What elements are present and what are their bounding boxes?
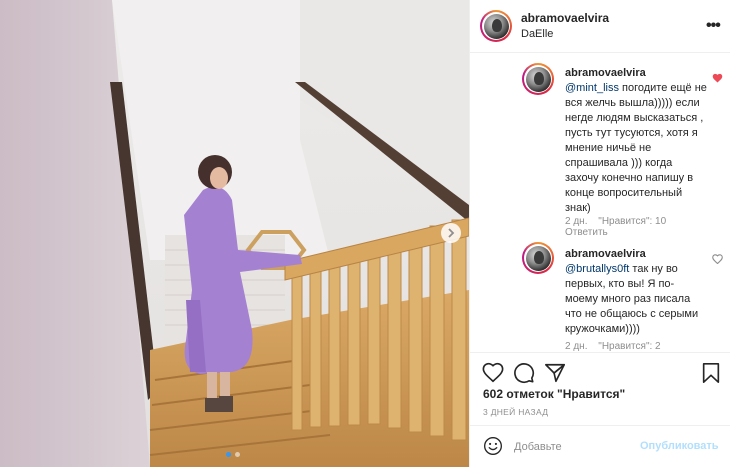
- comment-body: abramovaelvira @mint_liss погодите ещё н…: [565, 66, 707, 216]
- comment-avatar[interactable]: [522, 242, 554, 274]
- chevron-right-icon: [448, 228, 455, 238]
- header-location[interactable]: DaElle: [521, 28, 553, 40]
- bookmark-save-icon[interactable]: [700, 362, 722, 384]
- comment-username[interactable]: abramovaelvira: [565, 66, 707, 81]
- carousel-dot-active: [226, 452, 231, 457]
- publish-button[interactable]: Опубликовать: [640, 440, 719, 452]
- heart-outline-icon[interactable]: [712, 254, 723, 264]
- comment-likes[interactable]: "Нравится": 2: [598, 341, 660, 352]
- post-date[interactable]: 3 ДНЕЙ НАЗАД: [483, 407, 548, 417]
- comment-reply-button[interactable]: Ответить: [565, 227, 608, 238]
- comment-likes[interactable]: "Нравится": 10: [598, 216, 666, 227]
- comment-meta: 2 дн. "Нравится": 2: [565, 341, 669, 352]
- more-options-button[interactable]: •••: [706, 17, 721, 35]
- post-panel: abramovaelvira DaElle ••• abramovaelvira…: [469, 0, 730, 467]
- post-header: abramovaelvira DaElle •••: [470, 0, 730, 53]
- staircase-photo: [0, 0, 469, 467]
- carousel-dots: [226, 452, 240, 457]
- comments-list: abramovaelvira @mint_liss погодите ещё н…: [470, 54, 730, 352]
- comment-mention[interactable]: @mint_liss: [565, 82, 619, 94]
- comment-avatar[interactable]: [522, 63, 554, 95]
- comment-age: 2 дн.: [565, 216, 588, 227]
- carousel-dot: [235, 452, 240, 457]
- header-avatar[interactable]: [480, 10, 512, 42]
- comment-text: погодите ещё не вся желчь вышла))))) есл…: [565, 82, 707, 214]
- like-heart-icon[interactable]: [482, 362, 504, 384]
- comment-input[interactable]: [514, 438, 634, 456]
- comment-bubble-icon[interactable]: [513, 362, 535, 384]
- post-actions: 602 отметок "Нравится" 3 ДНЕЙ НАЗАД: [470, 352, 730, 422]
- emoji-icon[interactable]: [483, 436, 503, 456]
- add-comment-bar: Опубликовать: [470, 425, 730, 467]
- comment-mention[interactable]: @brutallys0ft: [565, 263, 629, 275]
- avatar-image: [525, 245, 551, 271]
- comment-age: 2 дн.: [565, 341, 588, 352]
- share-direct-icon[interactable]: [544, 362, 566, 384]
- heart-filled-icon[interactable]: [712, 73, 723, 83]
- carousel-next-button[interactable]: [441, 223, 461, 243]
- likes-count[interactable]: 602 отметок "Нравится": [483, 387, 625, 401]
- post-photo: [0, 0, 469, 467]
- header-username[interactable]: abramovaelvira: [521, 11, 609, 25]
- avatar-image: [483, 13, 509, 39]
- comment-username[interactable]: abramovaelvira: [565, 247, 707, 262]
- comment-body: abramovaelvira @brutallys0ft так ну во п…: [565, 247, 707, 337]
- avatar-image: [525, 66, 551, 92]
